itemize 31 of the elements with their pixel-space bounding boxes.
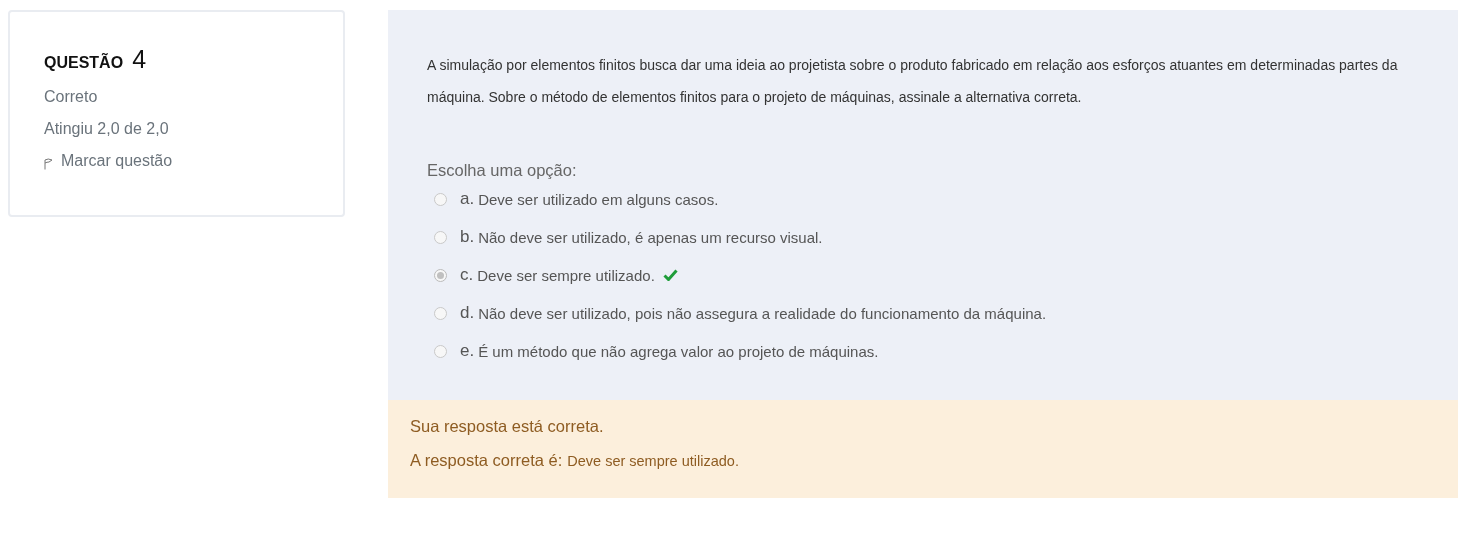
radio-button[interactable] bbox=[434, 230, 447, 244]
radio-button[interactable] bbox=[434, 268, 447, 282]
answer-option[interactable]: a. Deve ser utilizado em alguns casos. bbox=[427, 180, 1418, 218]
radio-button[interactable] bbox=[434, 344, 447, 358]
question-label: QUESTÃO bbox=[44, 54, 124, 72]
answer-prompt: Escolha uma opção: bbox=[427, 161, 578, 180]
answer-option[interactable]: d. Não deve ser utilizado, pois não assegura a realidade do funcionamento da máquina. bbox=[427, 294, 1418, 332]
flag-question-link[interactable]: Marcar questão bbox=[44, 152, 343, 170]
question-text: A simulação por elementos finitos busca dar uma ideia ao projetista sobre o produto fabricado em relação aos esforços atuantes em determinadas partes da máquina. Sobre o método de elementos finitos para o projeto de máquinas, assinale a alternativa correta. bbox=[427, 56, 1399, 107]
radio-button[interactable] bbox=[434, 306, 447, 320]
answer-option[interactable]: e. É um método que não agrega valor ao projeto de máquinas. bbox=[427, 332, 1418, 370]
option-text: Deve ser sempre utilizado. bbox=[477, 266, 655, 284]
question-number: 4 bbox=[132, 45, 147, 74]
option-text: Não deve ser utilizado, é apenas um recurso visual. bbox=[478, 228, 823, 246]
radio-button[interactable] bbox=[434, 192, 447, 206]
option-letter: b. bbox=[460, 227, 475, 247]
option-letter: d. bbox=[460, 303, 475, 323]
option-letter: e. bbox=[460, 341, 475, 361]
answer-option[interactable]: b. Não deve ser utilizado, é apenas um recurso visual. bbox=[427, 218, 1418, 256]
option-text: É um método que não agrega valor ao projeto de máquinas. bbox=[478, 342, 879, 360]
option-letter: a. bbox=[460, 189, 475, 209]
option-text: Deve ser utilizado em alguns casos. bbox=[478, 190, 719, 208]
correct-answer-label: A resposta correta é: bbox=[410, 451, 563, 470]
answer-option[interactable]: c. Deve ser sempre utilizado. bbox=[427, 256, 1418, 294]
correct-answer-text: Deve ser sempre utilizado. bbox=[567, 453, 739, 469]
option-letter: c. bbox=[460, 265, 474, 285]
option-text: Não deve ser utilizado, pois não assegura a realidade do funcionamento da máquina. bbox=[478, 304, 1047, 322]
feedback-message: Sua resposta está correta. bbox=[410, 417, 605, 436]
question-grade: Atingiu 2,0 de 2,0 bbox=[44, 120, 170, 138]
question-status: Correto bbox=[44, 88, 99, 106]
flag-icon bbox=[44, 158, 53, 170]
